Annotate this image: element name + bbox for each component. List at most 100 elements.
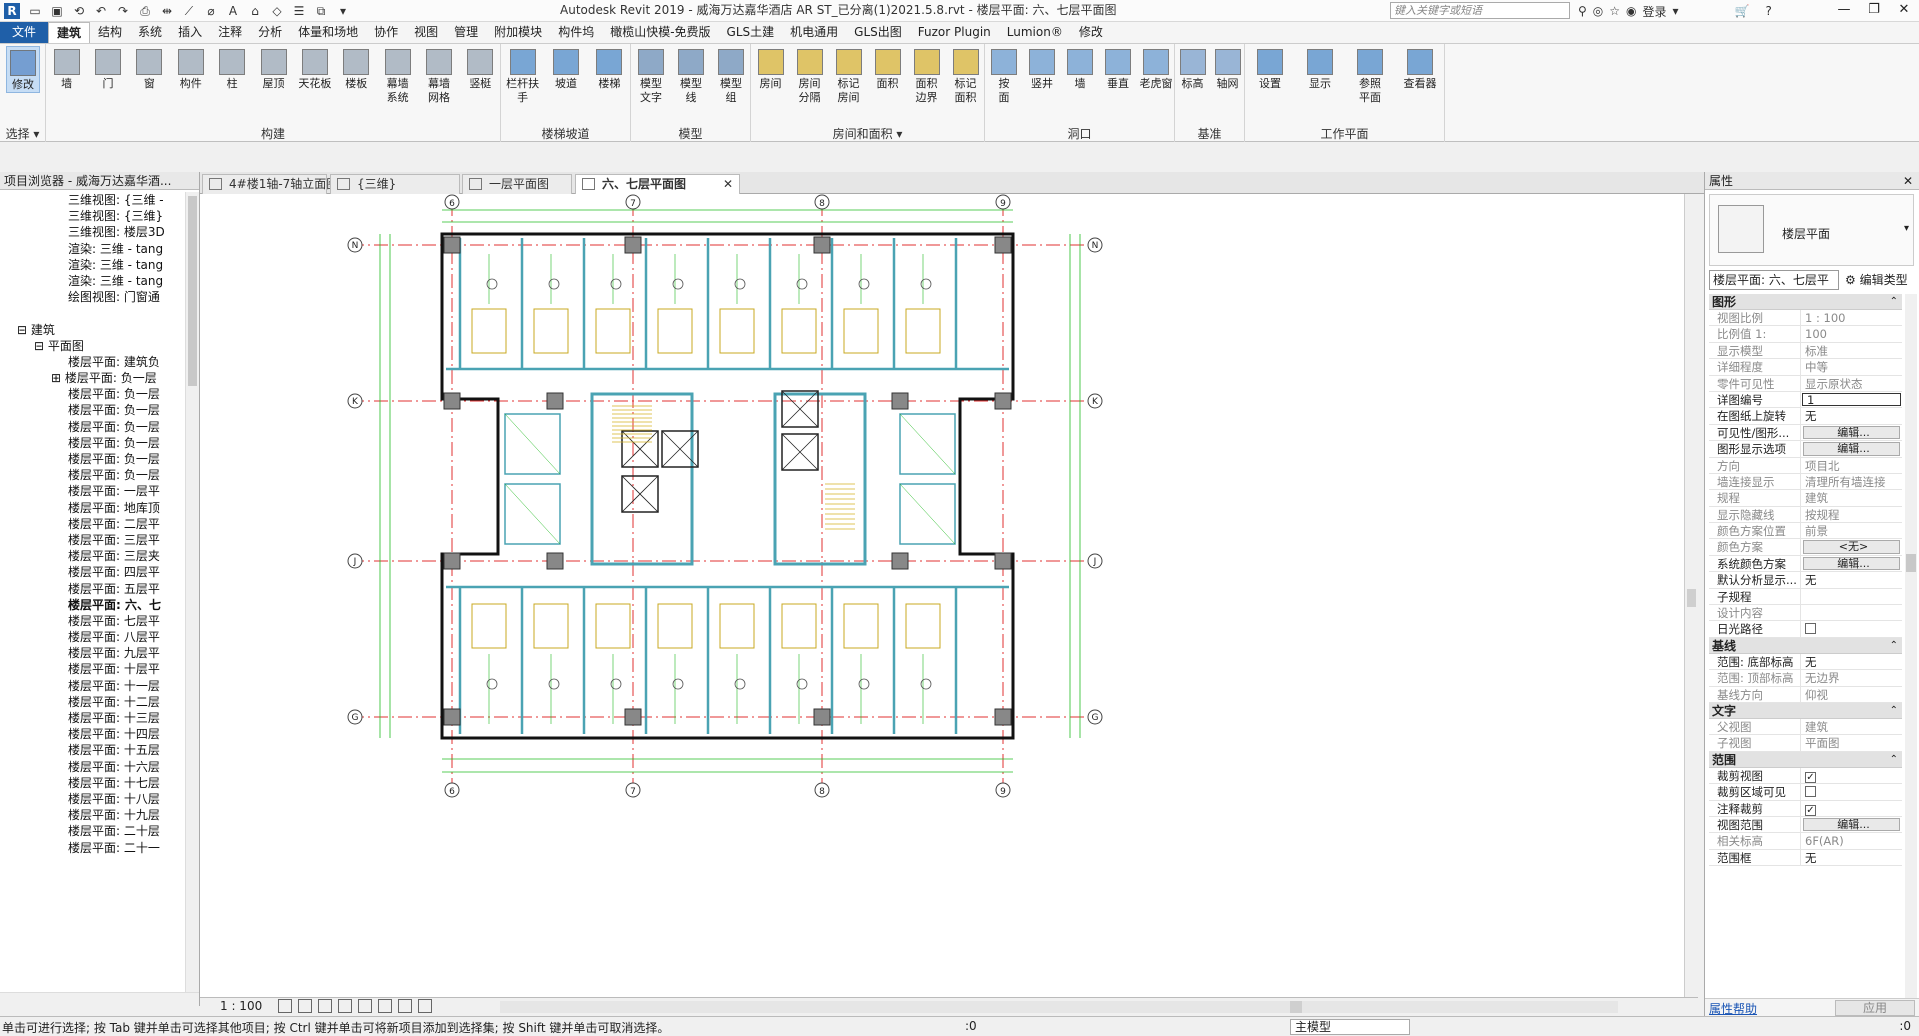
structural-column[interactable]	[813, 708, 831, 726]
property-value[interactable]: 编辑...	[1803, 442, 1900, 456]
view-tab-3[interactable]: 六、七层平面图 ✕	[575, 174, 740, 194]
structural-column[interactable]	[624, 708, 642, 726]
reveal-hidden-icon[interactable]	[418, 999, 432, 1013]
browser-item[interactable]: 楼层平面: 七层平	[0, 613, 185, 629]
core-wall[interactable]	[773, 392, 867, 566]
ribbon-button-0-0[interactable]: 修改	[6, 46, 40, 93]
ribbon-button-2-0[interactable]: 栏杆扶手	[506, 46, 540, 105]
property-value[interactable]: 编辑...	[1803, 556, 1900, 571]
show-crop-icon[interactable]	[378, 999, 392, 1013]
checkbox[interactable]: ✓	[1805, 771, 1816, 783]
ribbon-button-1-1[interactable]: 门	[91, 46, 125, 91]
collapse-icon[interactable]: ⌃	[1890, 294, 1898, 310]
browser-item[interactable]: 渲染: 三维 - tang	[0, 273, 185, 289]
menu-tab-2[interactable]: 结构	[90, 22, 130, 43]
menu-tab-4[interactable]: 插入	[170, 22, 210, 43]
apply-button[interactable]: 应用	[1835, 1000, 1915, 1016]
browser-item[interactable]: 楼层平面: 十五层	[0, 742, 185, 758]
signin-link[interactable]: 登录	[1643, 3, 1667, 20]
ribbon-button-1-2[interactable]: 窗	[132, 46, 166, 91]
filter-count[interactable]: :0	[1899, 1019, 1911, 1033]
checkbox[interactable]: ✓	[1805, 804, 1816, 816]
property-value[interactable]	[1801, 784, 1902, 799]
structural-column[interactable]	[891, 552, 909, 570]
ribbon-button-1-0[interactable]: 墙	[50, 46, 84, 91]
browser-item[interactable]: 楼层平面: 负一层	[0, 435, 185, 451]
type-selector[interactable]: 楼层平面 ▾	[1709, 194, 1914, 266]
help-icon[interactable]: ?	[1766, 4, 1772, 18]
browser-item[interactable]: 楼层平面: 十二层	[0, 694, 185, 710]
project-browser-hscrollbar[interactable]	[0, 992, 199, 1006]
browser-item[interactable]: 楼层平面: 十层平	[0, 661, 185, 677]
menu-tab-13[interactable]: 橄榄山快模-免费版	[602, 22, 718, 43]
ribbon-button-1-7[interactable]: 楼板	[339, 46, 373, 91]
canvas-vertical-scrollbar[interactable]	[1684, 194, 1698, 997]
ribbon-button-5-4[interactable]: 老虎窗	[1139, 46, 1173, 91]
structural-column[interactable]	[994, 552, 1012, 570]
menu-tab-5[interactable]: 注释	[210, 22, 250, 43]
browser-item[interactable]: 楼层平面: 八层平	[0, 629, 185, 645]
structural-column[interactable]	[443, 392, 461, 410]
checkbox[interactable]	[1805, 623, 1816, 635]
instance-selector[interactable]: 楼层平面: 六、七层平	[1709, 270, 1839, 290]
browser-item[interactable]: 楼层平面: 十三层	[0, 710, 185, 726]
properties-section-header[interactable]: 范围 ⌃	[1709, 751, 1902, 768]
sync-icon[interactable]: ⟲	[68, 2, 90, 20]
switch-windows-icon[interactable]: ⧉	[310, 2, 332, 20]
view-tab-1[interactable]: {三维}	[330, 174, 460, 194]
browser-item[interactable]: 渲染: 三维 - tang	[0, 241, 185, 257]
favorites-icon[interactable]: ☆	[1609, 4, 1620, 18]
property-value[interactable]: ✓	[1801, 801, 1902, 816]
structural-column[interactable]	[813, 236, 831, 254]
close-icon[interactable]: ✕	[1903, 172, 1913, 190]
open-icon[interactable]: ▭	[24, 2, 46, 20]
ribbon-button-1-3[interactable]: 构件	[174, 46, 208, 91]
properties-section-header[interactable]: 图形 ⌃	[1709, 294, 1902, 310]
structural-column[interactable]	[994, 392, 1012, 410]
menu-tab-17[interactable]: Fuzor Plugin	[910, 22, 999, 43]
structural-column[interactable]	[443, 236, 461, 254]
properties-help-link[interactable]: 属性帮助	[1709, 1000, 1757, 1017]
property-value[interactable]	[1801, 621, 1902, 636]
properties-section-header[interactable]: 基线 ⌃	[1709, 637, 1902, 654]
ribbon-button-2-1[interactable]: 坡道	[549, 46, 583, 91]
property-value[interactable]: 1	[1802, 392, 1901, 407]
structural-column[interactable]	[546, 552, 564, 570]
measure-icon[interactable]: ⇹	[156, 2, 178, 20]
user-icon[interactable]: ◉	[1626, 4, 1636, 18]
active-model-select[interactable]: 主模型	[1290, 1019, 1410, 1035]
checkbox[interactable]	[1805, 786, 1816, 798]
menu-tab-6[interactable]: 分析	[250, 22, 290, 43]
menu-tab-19[interactable]: 修改	[1071, 22, 1111, 43]
exchange-apps-icon[interactable]: 🛒	[1735, 4, 1750, 18]
collapse-icon[interactable]: ⌃	[1890, 752, 1898, 768]
menu-tab-8[interactable]: 协作	[366, 22, 406, 43]
menu-tab-16[interactable]: GLS出图	[846, 22, 910, 43]
floor-plan-drawing[interactable]: 66778899N NK KJ JG G	[200, 194, 1684, 997]
property-value[interactable]: 编辑...	[1803, 817, 1900, 832]
drawing-canvas[interactable]: 66778899NNKKJJGG	[200, 194, 1684, 997]
exterior-wall[interactable]	[440, 232, 1015, 740]
menu-tab-3[interactable]: 系统	[130, 22, 170, 43]
browser-item[interactable]: 楼层平面: 三层夹	[0, 548, 185, 564]
undo-icon[interactable]: ↶	[90, 2, 112, 20]
revit-logo-icon[interactable]: R	[4, 3, 20, 19]
chevron-down-icon[interactable]: ▾	[1904, 223, 1909, 234]
temp-hide-icon[interactable]	[398, 999, 412, 1013]
browser-item[interactable]: 楼层平面: 十八层	[0, 791, 185, 807]
shadows-icon[interactable]	[338, 999, 352, 1013]
browser-item[interactable]: 楼层平面: 十七层	[0, 775, 185, 791]
close-button[interactable]: ✕	[1889, 0, 1919, 20]
browser-item[interactable]: 三维视图: {三维}	[0, 208, 185, 224]
ribbon-button-7-2[interactable]: 参照 平面	[1353, 46, 1387, 105]
visual-style-icon[interactable]	[298, 999, 312, 1013]
browser-item[interactable]: 楼层平面: 十六层	[0, 759, 185, 775]
search-input[interactable]: 键入关键字或短语	[1390, 2, 1570, 19]
browser-item[interactable]: ⊟ 平面图	[0, 338, 185, 354]
ribbon-button-5-3[interactable]: 垂直	[1101, 46, 1135, 91]
ribbon-button-6-0[interactable]: 标高	[1176, 46, 1210, 91]
binoculars-icon[interactable]: ⚲	[1578, 4, 1587, 18]
section-icon[interactable]: ◇	[266, 2, 288, 20]
print-icon[interactable]: ⎙	[134, 2, 156, 20]
property-value[interactable]: <无>	[1803, 540, 1900, 554]
